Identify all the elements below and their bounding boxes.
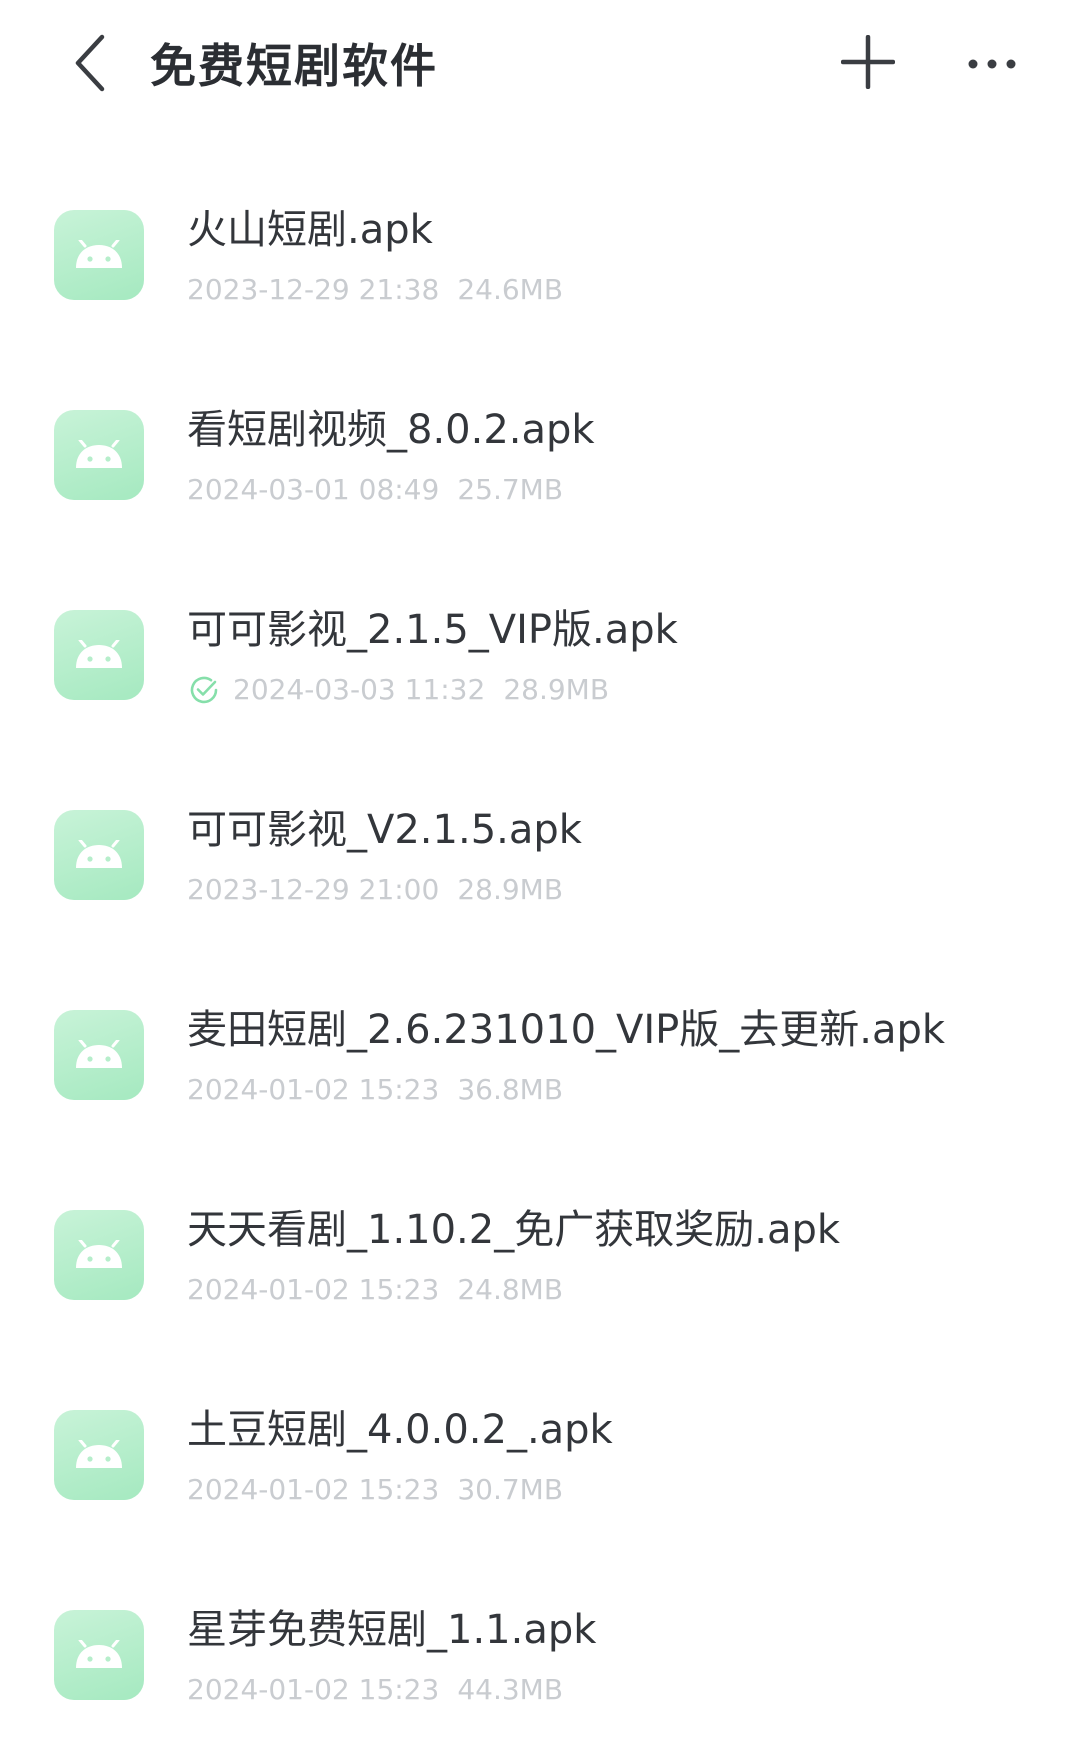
file-meta: 2023-12-29 21:00 28.9MB [187, 872, 563, 908]
more-button[interactable] [957, 40, 1027, 90]
file-size: 28.9MB [503, 673, 610, 706]
file-date: 2024-01-02 15:23 [187, 1473, 440, 1506]
android-icon [54, 610, 144, 700]
android-icon [54, 810, 144, 900]
add-button[interactable] [838, 34, 898, 94]
file-list-item[interactable]: 天天看剧_1.10.2_免广获取奖励.apk 2024-01-02 15:23 24… [0, 1160, 1080, 1360]
file-meta: 2024-01-02 15:23 36.8MB [187, 1072, 563, 1108]
file-meta: 2024-03-03 11:32 28.9MB [187, 672, 609, 708]
file-size: 36.8MB [457, 1073, 564, 1106]
file-list-item[interactable]: 星芽免费短剧_1.1.apk 2024-01-02 15:23 44.3MB [0, 1560, 1080, 1760]
top-bar: 免费短剧软件 [0, 0, 1080, 140]
file-date: 2023-12-29 21:00 [187, 873, 440, 906]
installed-check-icon [187, 673, 221, 707]
file-name: 星芽免费短剧_1.1.apk [187, 1607, 597, 1653]
back-button[interactable] [60, 30, 120, 100]
file-list: 火山短剧.apk 2023-12-29 21:38 24.6MB 看短剧视频_8.0.… [0, 160, 1080, 1760]
file-date: 2024-01-02 15:23 [187, 1073, 440, 1106]
file-list-item[interactable]: 看短剧视频_8.0.2.apk 2024-03-01 08:49 25.7MB [0, 360, 1080, 560]
file-meta: 2023-12-29 21:38 24.6MB [187, 272, 563, 308]
android-icon [54, 1210, 144, 1300]
file-size: 24.6MB [457, 273, 564, 306]
file-list-item[interactable]: 土豆短剧_4.0.0.2_.apk 2024-01-02 15:23 30.7MB [0, 1360, 1080, 1560]
file-date: 2023-12-29 21:38 [187, 273, 440, 306]
file-name: 看短剧视频_8.0.2.apk [187, 407, 595, 453]
file-date: 2024-01-02 15:23 [187, 1273, 440, 1306]
android-icon [54, 1610, 144, 1700]
file-meta: 2024-01-02 15:23 24.8MB [187, 1272, 563, 1308]
file-meta: 2024-01-02 15:23 30.7MB [187, 1472, 563, 1508]
file-date: 2024-03-01 08:49 [187, 473, 440, 506]
chevron-left-icon [70, 33, 110, 97]
file-name: 土豆短剧_4.0.0.2_.apk [187, 1407, 613, 1453]
file-date: 2024-03-03 11:32 [233, 673, 486, 706]
page-title: 免费短剧软件 [150, 39, 438, 93]
file-name: 可可影视_V2.1.5.apk [187, 807, 582, 853]
file-size: 25.7MB [457, 473, 564, 506]
more-horizontal-icon [967, 56, 1017, 75]
file-meta: 2024-01-02 15:23 44.3MB [187, 1672, 563, 1708]
file-list-item[interactable]: 可可影视_2.1.5_VIP版.apk 2024-03-03 11:32 28.9M… [0, 560, 1080, 760]
file-date: 2024-01-02 15:23 [187, 1673, 440, 1706]
file-name: 可可影视_2.1.5_VIP版.apk [187, 607, 678, 653]
file-list-item[interactable]: 可可影视_V2.1.5.apk 2023-12-29 21:00 28.9MB [0, 760, 1080, 960]
android-icon [54, 1010, 144, 1100]
file-list-item[interactable]: 火山短剧.apk 2023-12-29 21:38 24.6MB [0, 160, 1080, 360]
file-size: 44.3MB [457, 1673, 564, 1706]
file-name: 天天看剧_1.10.2_免广获取奖励.apk [187, 1207, 841, 1253]
file-size: 30.7MB [457, 1473, 564, 1506]
file-list-item[interactable]: 麦田短剧_2.6.231010_VIP版_去更新.apk 2024-01-02 1… [0, 960, 1080, 1160]
file-size: 28.9MB [457, 873, 564, 906]
android-icon [54, 410, 144, 500]
file-meta: 2024-03-01 08:49 25.7MB [187, 472, 563, 508]
plus-icon [840, 34, 896, 93]
file-size: 24.8MB [457, 1273, 564, 1306]
file-name: 火山短剧.apk [187, 207, 433, 253]
android-icon [54, 210, 144, 300]
file-name: 麦田短剧_2.6.231010_VIP版_去更新.apk [187, 1007, 946, 1053]
android-icon [54, 1410, 144, 1500]
